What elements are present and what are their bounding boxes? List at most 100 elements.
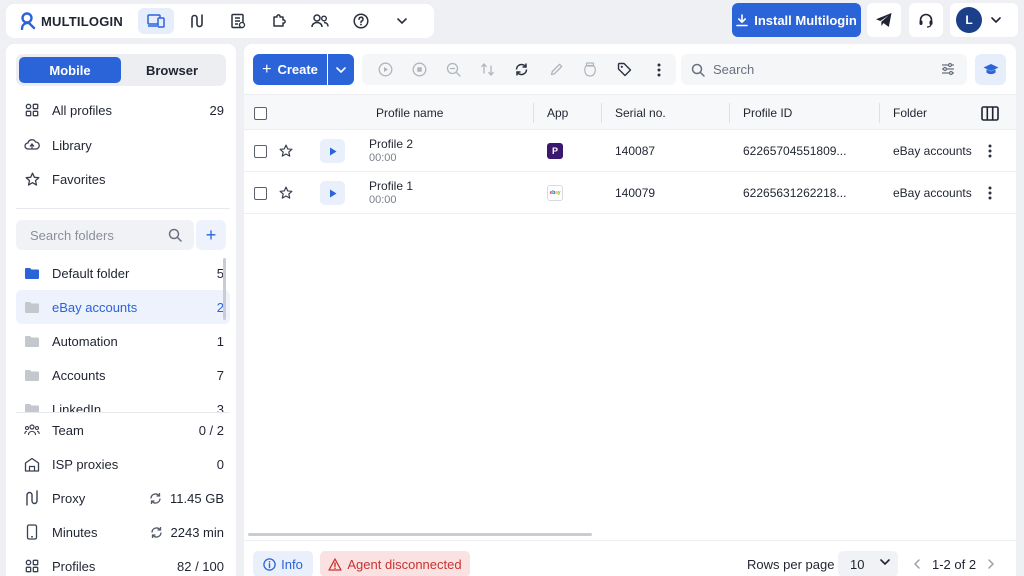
receipt-icon: [231, 13, 246, 29]
zoom-button[interactable]: [436, 54, 470, 85]
folder-label: Accounts: [52, 367, 106, 383]
nav-extensions-button[interactable]: [261, 8, 297, 34]
table-row[interactable]: Profile 2 00:00 P 140087 62265704551809.…: [244, 130, 1016, 172]
nav-profiles-button[interactable]: [138, 8, 174, 34]
stat-value: 0 / 2: [198, 422, 224, 438]
stat-label: Proxy: [52, 490, 86, 506]
row-checkbox-cell[interactable]: [254, 172, 267, 214]
chevron-down-icon: [397, 18, 407, 24]
stat-team[interactable]: Team 0 / 2: [16, 413, 230, 447]
columns-settings-button[interactable]: [981, 95, 999, 131]
play-circle-icon: [378, 62, 393, 77]
folder-scrollbar[interactable]: [223, 258, 226, 320]
sidebar-item-favorites[interactable]: Favorites: [16, 162, 230, 196]
stat-minutes[interactable]: Minutes 2243 min: [16, 515, 230, 549]
folder-item[interactable]: LinkedIn 3: [16, 392, 230, 412]
logo-text: MULTILOGIN: [41, 13, 123, 29]
rows-per-page-select[interactable]: 10: [838, 551, 898, 576]
info-button[interactable]: Info: [253, 551, 313, 576]
prev-page-button[interactable]: [908, 559, 926, 569]
nav-more-button[interactable]: [384, 8, 420, 34]
account-menu[interactable]: L: [950, 3, 1018, 37]
stop-profile-button[interactable]: [402, 54, 436, 85]
stat-isp-proxies[interactable]: ISP proxies 0: [16, 447, 230, 481]
column-separator[interactable]: [879, 103, 880, 123]
nav-help-button[interactable]: [343, 8, 379, 34]
logo-icon: [20, 12, 36, 30]
avatar[interactable]: L: [956, 7, 982, 33]
launch-profile-button[interactable]: [320, 172, 345, 214]
folder-item[interactable]: Accounts 7: [16, 358, 230, 392]
favorite-toggle[interactable]: [279, 130, 293, 172]
folder-list[interactable]: Default folder 5 eBay accounts 2 Automat…: [6, 256, 236, 412]
nav-team-button[interactable]: [302, 8, 338, 34]
learning-button[interactable]: [975, 54, 1006, 85]
telegram-button[interactable]: [867, 3, 901, 37]
install-multilogin-button[interactable]: Install Multilogin: [732, 3, 861, 37]
refresh-icon[interactable]: [149, 492, 162, 505]
add-folder-button[interactable]: +: [196, 220, 226, 250]
create-dropdown-button[interactable]: [328, 54, 354, 85]
select-all-checkbox[interactable]: [254, 106, 267, 120]
agent-status-badge[interactable]: Agent disconnected: [320, 551, 470, 576]
column-serial[interactable]: Serial no.: [615, 95, 666, 131]
column-profile-id[interactable]: Profile ID: [743, 95, 792, 131]
tab-mobile[interactable]: Mobile: [19, 57, 121, 83]
create-button[interactable]: + Create: [253, 54, 327, 85]
folder-label: Automation: [52, 333, 118, 349]
column-separator[interactable]: [601, 103, 602, 123]
app-p-icon: P: [547, 143, 563, 159]
stat-proxy[interactable]: Proxy 11.45 GB: [16, 481, 230, 515]
column-separator[interactable]: [729, 103, 730, 123]
play-icon[interactable]: [320, 181, 345, 205]
select-all-checkbox-cell[interactable]: [254, 95, 267, 131]
refresh-icon[interactable]: [150, 526, 163, 539]
folder-item[interactable]: eBay accounts 2: [16, 290, 230, 324]
download-icon: [736, 13, 749, 26]
launch-profile-button[interactable]: [320, 130, 345, 172]
nav-billing-button[interactable]: [220, 8, 256, 34]
info-label: Info: [281, 556, 303, 572]
profile-name-cell[interactable]: Profile 2 00:00: [369, 130, 413, 172]
favorite-toggle[interactable]: [279, 172, 293, 214]
support-button[interactable]: [909, 3, 943, 37]
column-separator[interactable]: [533, 103, 534, 123]
column-app[interactable]: App: [547, 95, 568, 131]
row-checkbox[interactable]: [254, 144, 267, 158]
multilogin-logo[interactable]: MULTILOGIN: [20, 12, 138, 30]
profile-name[interactable]: Profile 2: [369, 137, 413, 151]
table-row[interactable]: Profile 1 00:00 ebay 140079 622656312622…: [244, 172, 1016, 214]
tag-button[interactable]: [608, 54, 642, 85]
sidebar: Mobile Browser All profiles 29 Library F…: [6, 44, 236, 576]
folder-item[interactable]: Default folder 5: [16, 256, 230, 290]
profile-name-cell[interactable]: Profile 1 00:00: [369, 172, 413, 214]
row-checkbox[interactable]: [254, 186, 267, 200]
cookie-button[interactable]: [573, 54, 607, 85]
column-folder[interactable]: Folder: [893, 95, 927, 131]
more-actions-button[interactable]: [642, 54, 676, 85]
row-checkbox-cell[interactable]: [254, 130, 267, 172]
more-vertical-icon: [657, 63, 661, 76]
filter-sliders-icon[interactable]: [941, 62, 955, 76]
folder-search-input[interactable]: Search folders: [16, 220, 194, 250]
column-profile-name[interactable]: Profile name: [376, 95, 443, 131]
sidebar-item-library[interactable]: Library: [16, 128, 230, 162]
row-menu-button[interactable]: [988, 130, 992, 172]
edit-button[interactable]: [539, 54, 573, 85]
row-menu-button[interactable]: [988, 172, 992, 214]
folder-item[interactable]: Automation 1: [16, 324, 230, 358]
stat-profiles[interactable]: Profiles 82 / 100: [16, 549, 230, 576]
automation-icon: [191, 14, 203, 28]
sidebar-item-all-profiles[interactable]: All profiles 29: [16, 93, 230, 127]
profile-search-input[interactable]: Search: [681, 54, 967, 85]
transfer-button[interactable]: [471, 54, 505, 85]
profiles-grid-icon: [24, 102, 40, 118]
profile-name[interactable]: Profile 1: [369, 179, 413, 193]
start-profile-button[interactable]: [368, 54, 402, 85]
nav-automation-button[interactable]: [179, 8, 215, 34]
table-horizontal-scrollbar[interactable]: [248, 533, 592, 536]
tab-browser[interactable]: Browser: [121, 57, 223, 83]
play-icon[interactable]: [320, 139, 345, 163]
refresh-button[interactable]: [505, 54, 539, 85]
next-page-button[interactable]: [982, 559, 1000, 569]
